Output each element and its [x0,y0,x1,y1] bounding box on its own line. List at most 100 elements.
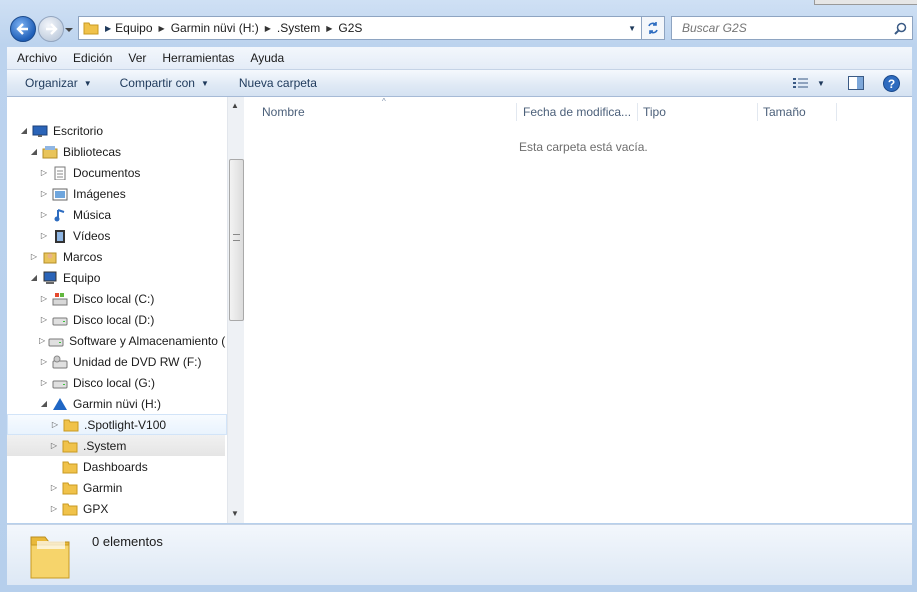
tree-item-label: Bibliotecas [63,144,122,159]
expand-icon[interactable]: ▷ [39,315,49,324]
tree-item-label: Disco local (C:) [73,291,155,306]
tree-item-label: .System [83,438,127,453]
expand-icon[interactable]: ▷ [39,189,49,198]
file-list-pane[interactable]: ^ Nombre Fecha de modifica... Tipo Tamañ… [244,97,912,523]
breadcrumb-separator-icon[interactable]: ▶ [159,24,165,33]
breadcrumb-equipo[interactable]: Equipo [115,21,152,35]
scrollbar-thumb[interactable] [229,159,244,321]
column-header-size[interactable]: Tamaño [763,103,837,121]
tree-item-label: Dashboards [83,459,148,474]
scroll-up-icon[interactable]: ▲ [231,101,239,110]
new-folder-label: Nueva carpeta [238,76,317,90]
tree-item[interactable]: ▷ Documentos [7,162,225,183]
tree-item[interactable]: Dashboards [7,456,225,477]
search-input[interactable] [680,20,894,36]
tree-item[interactable]: ▷ Unidad de DVD RW (F:) [7,351,225,372]
navigation-scrollbar[interactable]: ▲ ▼ [227,97,244,523]
preview-pane-button[interactable] [845,73,867,93]
command-bar: Organizar ▼ Compartir con ▼ Nueva carpet… [7,70,912,97]
expand-icon[interactable]: ▷ [49,441,59,450]
expand-icon[interactable]: ▷ [39,231,49,240]
share-button[interactable]: Compartir con ▼ [114,76,215,90]
tree-item-label: Música [73,207,112,222]
forward-button[interactable] [38,16,64,42]
collapse-icon[interactable]: ◢ [29,273,39,282]
tree-item[interactable]: ▷ Vídeos [7,225,225,246]
search-box[interactable] [671,16,913,40]
tree-item[interactable]: ▷ .System [7,435,225,456]
expand-icon[interactable]: ▷ [29,252,39,261]
folder-icon [63,419,79,431]
expand-icon[interactable]: ▷ [49,504,59,513]
column-header-type[interactable]: Tipo [643,103,758,121]
tree-item[interactable]: ▷ Imágenes [7,183,225,204]
chevron-down-icon: ▼ [83,78,92,88]
tree-item[interactable]: ▷ Disco local (C:) [7,288,225,309]
collapse-icon[interactable]: ◢ [29,147,39,156]
address-dropdown-icon[interactable]: ▼ [628,24,636,33]
folder-icon [62,482,78,494]
desktop-icon [32,125,48,137]
tree-item[interactable]: ◢ Garmin nüvi (H:) [7,393,225,414]
tree-item[interactable]: ▷ GPX [7,498,225,519]
breadcrumb-separator-icon[interactable]: ▶ [326,24,332,33]
title-bar-edge [814,0,917,5]
search-icon[interactable] [894,22,907,35]
breadcrumb-g2s[interactable]: G2S [338,21,362,35]
collapse-icon[interactable]: ◢ [39,399,49,408]
menu-ver[interactable]: Ver [120,51,154,65]
tree-item[interactable]: ◢ Escritorio [7,120,225,141]
column-header-date[interactable]: Fecha de modifica... [523,103,638,121]
folder-large-icon [30,536,70,579]
tree-item[interactable]: ▷ Garmin [7,477,225,498]
expand-icon[interactable]: ▷ [39,336,45,345]
tree-item[interactable]: ▷ Disco local (G:) [7,372,225,393]
help-button[interactable]: ? [880,73,902,93]
menu-edicion[interactable]: Edición [65,51,120,65]
organize-button[interactable]: Organizar ▼ [19,76,98,90]
organize-label: Organizar [25,76,78,90]
recent-pages-dropdown[interactable] [64,24,74,34]
menu-ayuda[interactable]: Ayuda [242,51,292,65]
breadcrumb-garmin[interactable]: Garmin nüvi (H:) [171,21,259,35]
tree-item[interactable]: ◢ Bibliotecas [7,141,225,162]
menu-archivo[interactable]: Archivo [9,51,65,65]
breadcrumb-system[interactable]: .System [277,21,320,35]
tree-item[interactable]: ▷ Marcos [7,246,225,267]
computer-icon [43,271,57,284]
chevron-down-icon [65,28,73,32]
view-list-icon [793,78,809,88]
folder-icon [83,22,99,35]
dvd-drive-icon [52,355,68,368]
user-icon [43,252,57,263]
svg-text:?: ? [887,77,894,91]
tree-item[interactable]: ▷ Software y Almacenamiento ( [7,330,225,351]
tree-item-label: GPX [83,501,109,516]
tree-item[interactable]: ▷ .Spotlight-V100 [7,414,227,435]
expand-icon[interactable]: ▷ [39,378,49,387]
tree-item[interactable]: ▷ Música [7,204,225,225]
share-label: Compartir con [119,76,195,90]
empty-folder-message: Esta carpeta está vacía. [519,140,648,154]
tree-item[interactable]: ◢ Equipo [7,267,225,288]
expand-icon[interactable]: ▷ [49,483,59,492]
menu-herramientas[interactable]: Herramientas [154,51,242,65]
expand-icon[interactable]: ▷ [39,294,49,303]
collapse-icon[interactable]: ◢ [19,126,29,135]
expand-icon[interactable]: ▷ [50,420,60,429]
tree-item[interactable]: ▷ Disco local (D:) [7,309,225,330]
chevron-down-icon: ▼ [817,78,825,88]
column-header-name[interactable]: Nombre [262,103,517,121]
breadcrumb-separator-icon[interactable]: ▶ [265,24,271,33]
address-bar[interactable]: ▶ Equipo ▶ Garmin nüvi (H:) ▶ .System ▶ … [78,16,642,40]
column-size-label: Tamaño [763,105,806,119]
expand-icon[interactable]: ▷ [39,357,49,366]
scroll-down-icon[interactable]: ▼ [231,509,239,518]
new-folder-button[interactable]: Nueva carpeta [233,76,323,90]
expand-icon[interactable]: ▷ [39,210,49,219]
expand-icon[interactable]: ▷ [39,168,49,177]
refresh-button[interactable] [641,16,665,40]
back-button[interactable] [10,16,36,42]
view-options-button[interactable]: ▼ [789,73,829,93]
folder-icon [62,461,78,473]
